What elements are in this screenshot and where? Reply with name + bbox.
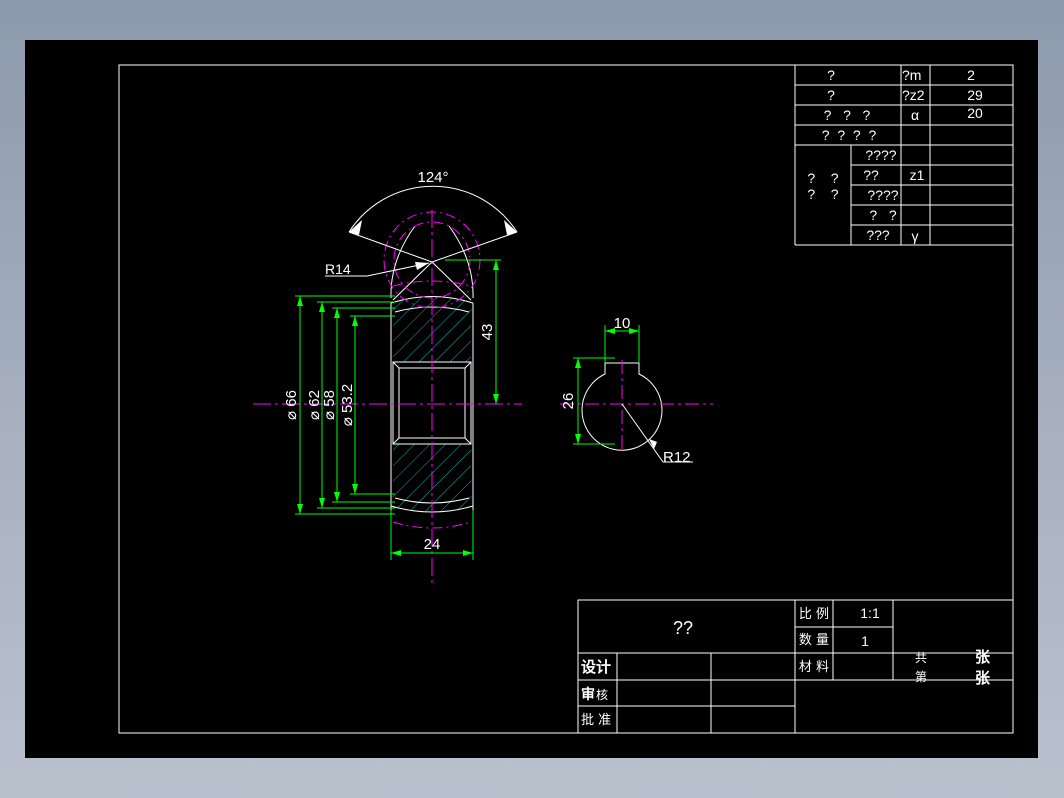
param-label-2: ? — [827, 87, 835, 103]
sub-label-2: ?? — [863, 167, 879, 183]
sub-label-5: ??? — [866, 227, 890, 243]
dia58-label: ⌀ 58 — [321, 390, 338, 420]
dia532-label: ⌀ 53.2 — [339, 384, 356, 426]
sub-label-4: ? ? — [869, 207, 896, 223]
dim43-label: 43 — [479, 324, 496, 341]
approve-label: 批 准 — [581, 713, 611, 728]
sub-symbol-5: γ — [912, 228, 919, 244]
param-value-2: 29 — [967, 87, 983, 103]
param-value-1: 2 — [967, 67, 975, 83]
sheet-total-label: 共 — [915, 651, 927, 665]
title-block-name: ?? — [673, 618, 693, 638]
scale-label: 比 例 — [799, 607, 829, 622]
sub-label-1: ???? — [865, 147, 896, 163]
param-label-1: ? — [827, 67, 835, 83]
param-symbol-3: α — [911, 107, 919, 123]
group-label-1: ? ? — [807, 170, 838, 186]
param-value-3: 20 — [967, 105, 983, 121]
dim26-label: 26 — [560, 393, 577, 410]
group-label-2: ? ? — [807, 186, 838, 202]
scale-value: 1:1 — [860, 605, 880, 621]
sheet-number-label: 第 — [915, 670, 927, 684]
param-label-3: ? ? ? — [824, 107, 871, 123]
r14-label: R14 — [325, 261, 351, 277]
param-symbol-1: ?m — [902, 67, 921, 83]
param-label-4: ? ? ? ? — [822, 127, 877, 143]
review-label-a: 审 — [581, 686, 595, 703]
angle-dim-arc — [348, 185, 518, 233]
dim10-label: 10 — [614, 315, 631, 332]
review-label-b: 核 — [596, 688, 608, 702]
quantity-label: 数 量 — [799, 633, 829, 648]
angle-dim-label: 124° — [417, 169, 448, 186]
cad-drawing-viewport[interactable]: ? ?m 2 ? ?z2 29 ? ? ? α 20 ? ? ? ? ? ? ?… — [25, 40, 1038, 758]
param-symbol-2: ?z2 — [902, 87, 925, 103]
gear-section-view: 124° R14 ⌀ 66 ⌀ 62 ⌀ 58 ⌀ 53.2 43 24 — [253, 169, 522, 585]
sub-symbol-2: z1 — [910, 167, 925, 183]
material-label: 材 料 — [799, 660, 829, 675]
dim24-label: 24 — [424, 536, 441, 553]
keyway-view: 10 26 R12 — [560, 315, 713, 466]
sheet-number-unit: 张 — [975, 669, 991, 687]
params-table: ? ?m 2 ? ?z2 29 ? ? ? α 20 ? ? ? ? ? ? ?… — [794, 65, 1013, 246]
quantity-value: 1 — [861, 633, 869, 649]
r12-label: R12 — [663, 449, 691, 466]
design-label: 设计 — [581, 658, 611, 676]
r12-leader — [621, 403, 664, 463]
sheet-total-unit: 张 — [975, 648, 991, 666]
bore-outline — [392, 361, 472, 445]
dia66-label: ⌀ 66 — [283, 390, 300, 420]
sub-label-3: ???? — [867, 187, 898, 203]
drawing-canvas: ? ?m 2 ? ?z2 29 ? ? ? α 20 ? ? ? ? ? ? ?… — [118, 64, 1014, 734]
title-block: ?? 比 例 1:1 数 量 1 材 料 共 第 张 张 设计 审 核 批 准 — [577, 599, 1014, 734]
